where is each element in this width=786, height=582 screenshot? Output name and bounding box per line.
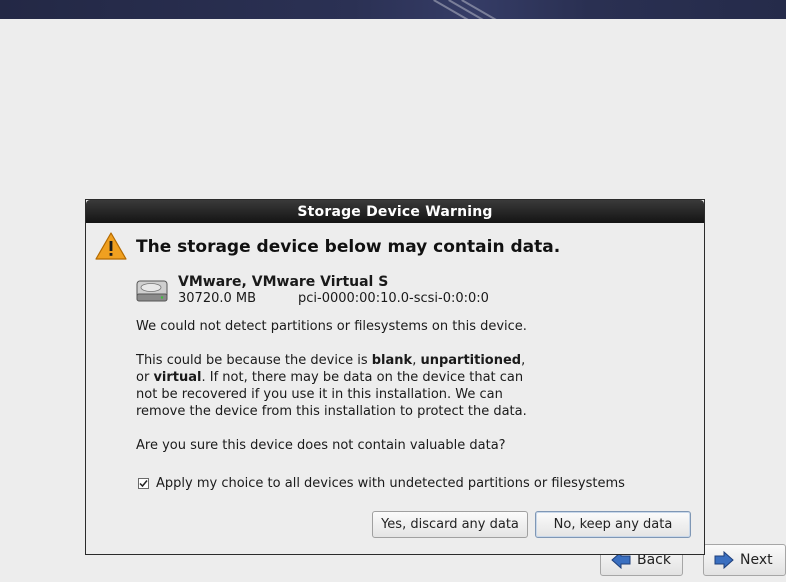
device-path: pci-0000:00:10.0-scsi-0:0:0:0: [298, 291, 489, 306]
next-button[interactable]: Next: [703, 544, 786, 576]
discard-data-button[interactable]: Yes, discard any data: [372, 511, 528, 538]
storage-warning-dialog: Storage Device Warning The storage devic…: [85, 199, 705, 555]
apply-to-all-label[interactable]: Apply my choice to all devices with unde…: [156, 476, 625, 491]
dialog-title: Storage Device Warning: [297, 203, 493, 220]
device-size: 30720.0 MB: [178, 291, 257, 306]
apply-to-all-checkbox[interactable]: [138, 478, 149, 489]
dialog-titlebar[interactable]: Storage Device Warning: [86, 200, 704, 223]
explanation-text: This could be because the device is: [136, 353, 372, 368]
installer-header-banner: [0, 0, 786, 19]
explanation-bold-virtual: virtual: [153, 370, 202, 385]
device-name: VMware, VMware Virtual S: [178, 274, 389, 290]
explanation-bold-unpartitioned: unpartitioned: [420, 353, 522, 368]
keep-data-button[interactable]: No, keep any data: [535, 511, 691, 538]
apply-to-all-option[interactable]: Apply my choice to all devices with unde…: [138, 476, 625, 491]
next-arrow-icon: [714, 551, 734, 569]
hard-disk-icon: [136, 280, 168, 302]
message-explanation: This could be because the device is blan…: [136, 352, 536, 420]
next-button-label: Next: [740, 552, 773, 568]
checkmark-icon: [139, 480, 148, 488]
warning-icon: [95, 232, 127, 260]
dialog-headline: The storage device below may contain dat…: [136, 237, 561, 257]
message-no-partitions: We could not detect partitions or filesy…: [136, 319, 527, 334]
explanation-bold-blank: blank: [371, 353, 413, 368]
confirmation-question: Are you sure this device does not contai…: [136, 438, 506, 453]
